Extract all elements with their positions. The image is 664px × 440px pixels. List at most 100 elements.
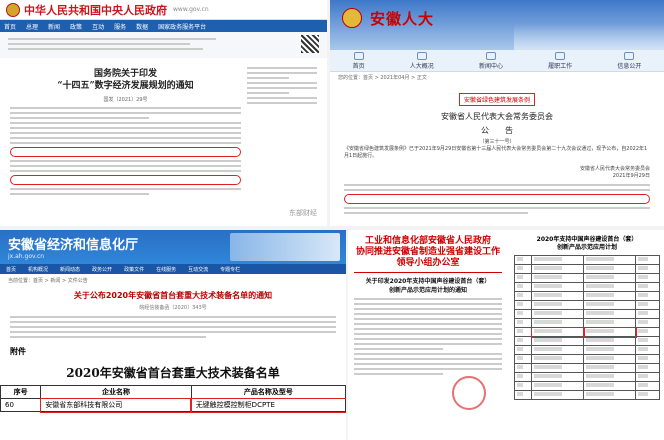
anhui-site-title: 安徽人大 xyxy=(370,10,435,28)
table-row xyxy=(513,390,660,400)
anhui-nav: 首页 人大概况 新闻中心 履职工作 信息公开 xyxy=(330,50,664,72)
table-cell xyxy=(635,300,660,310)
table-cell: 无键触控模控制柜DCPTE xyxy=(190,397,346,413)
table-cell xyxy=(531,345,585,355)
anhui-banner: 安徽人大 xyxy=(330,0,664,50)
table-cell xyxy=(583,309,637,319)
gov-panel: 中华人民共和国中央人民政府 www.gov.cn 首页 总理 新闻 政策 互动 … xyxy=(0,0,327,226)
econ-nav-item[interactable]: 机构概况 xyxy=(28,266,48,273)
anhui-congress-panel: 安徽人大 首页 人大概况 新闻中心 履职工作 信息公开 您的位置：首页 > 20… xyxy=(330,0,664,226)
work-icon xyxy=(555,51,566,60)
notice-number: 皖经信装备函〔2020〕343号 xyxy=(139,305,207,311)
notice-body xyxy=(0,311,346,343)
table-cell xyxy=(583,390,637,400)
table-row xyxy=(513,264,660,274)
equipment-table: 序号 企业名称 产品名称及型号 60 安徽省东部科技有限公司 无键触控模控制柜D… xyxy=(0,385,346,413)
miit-body xyxy=(354,298,502,375)
table-row xyxy=(513,300,660,310)
table-cell xyxy=(513,354,533,364)
gov-site-title: 中华人民共和国中央人民政府 xyxy=(24,3,167,17)
table-cell xyxy=(583,273,637,283)
table-cell xyxy=(531,354,585,364)
table-cell xyxy=(583,354,637,364)
table-cell xyxy=(635,345,660,355)
table-cell xyxy=(513,273,533,283)
table-cell xyxy=(635,354,660,364)
table-cell xyxy=(583,336,637,346)
table-cell xyxy=(531,300,585,310)
table-cell xyxy=(583,264,637,274)
table-cell xyxy=(513,318,533,328)
gov-doc-info-lines xyxy=(8,35,268,55)
econ-nav-item[interactable]: 在线服务 xyxy=(156,266,176,273)
nav-home[interactable]: 首页 xyxy=(353,51,365,70)
table-cell xyxy=(513,381,533,391)
table-cell xyxy=(531,363,585,373)
econ-nav-item[interactable]: 新闻动态 xyxy=(60,266,80,273)
list-title: 2020年支持中国声谷建设首台（套） 创新产品示范应用计划 xyxy=(536,236,638,251)
econ-nav-item[interactable]: 首页 xyxy=(6,266,16,273)
nav-info[interactable]: 信息公开 xyxy=(617,51,641,70)
table-cell xyxy=(582,326,637,338)
table-cell xyxy=(513,282,533,292)
table-row xyxy=(513,318,660,328)
econ-header: 安徽省经济和信息化厅 jx.ah.gov.cn xyxy=(0,230,346,264)
table-row xyxy=(513,363,660,373)
table-cell xyxy=(513,291,533,301)
gov-doc-title: 国务院关于印发 “十四五”数字经济发展规划的通知 xyxy=(57,69,194,91)
table-title: 2020年安徽省首台套重大技术装备名单 xyxy=(66,366,280,380)
econ-nav-item[interactable]: 政务公开 xyxy=(92,266,112,273)
nav-work[interactable]: 履职工作 xyxy=(548,51,572,70)
announcement-sign: 安徽省人民代表大会常务委员会 2021年9月29日 xyxy=(579,166,650,179)
table-cell xyxy=(531,291,585,301)
breadcrumb: 您的位置：首页 > 2021年04月 > 正文 xyxy=(338,75,427,81)
gov-nav-item[interactable]: 新闻 xyxy=(48,22,60,31)
gov-nav-item[interactable]: 服务 xyxy=(114,22,126,31)
nav-overview[interactable]: 人大概况 xyxy=(410,51,434,70)
table-cell xyxy=(513,327,533,337)
announcement-number: （第三十一号） xyxy=(479,139,515,145)
econ-nav-item[interactable]: 政策文件 xyxy=(124,266,144,273)
announcement-subheading: 公 告 xyxy=(481,126,513,135)
table-cell xyxy=(583,255,637,265)
annex-label: 附件 xyxy=(10,347,26,356)
table-cell xyxy=(583,372,637,382)
table-cell xyxy=(530,326,585,338)
table-cell xyxy=(635,327,660,337)
table-cell xyxy=(531,273,585,283)
breadcrumb: 当前位置：首页 > 新闻 > 文件公告 xyxy=(8,278,88,284)
table-cell xyxy=(531,255,585,265)
table-cell xyxy=(635,255,660,265)
table-cell xyxy=(635,336,660,346)
gov-doc-body xyxy=(10,107,241,195)
qr-code-icon xyxy=(301,35,319,53)
gov-nav-item[interactable]: 政策 xyxy=(70,22,82,31)
home-icon xyxy=(353,51,364,60)
miit-subject: 关于印发2020年支持中国声谷建设首台（套） 创新产品示范应用计划的通知 xyxy=(365,278,491,294)
article-lines xyxy=(344,184,650,214)
econ-nav-item[interactable]: 专题专栏 xyxy=(220,266,240,273)
table-header: 产品名称及型号 xyxy=(190,385,346,399)
table-cell xyxy=(513,372,533,382)
gov-nav-item[interactable]: 互动 xyxy=(92,22,104,31)
table-cell xyxy=(513,300,533,310)
miit-heading: 工业和信息化部安徽省人民政府 协同推进安徽省制造业强省建设工作领导小组办公室 xyxy=(355,236,500,268)
gov-doc-sidebar xyxy=(247,64,317,198)
nav-news[interactable]: 新闻中心 xyxy=(479,51,503,70)
table-cell xyxy=(531,264,585,274)
table-cell xyxy=(583,300,637,310)
news-icon xyxy=(485,51,496,60)
table-cell xyxy=(635,309,660,319)
gov-nav-item[interactable]: 总理 xyxy=(26,22,38,31)
anhui-econ-panel: 安徽省经济和信息化厅 jx.ah.gov.cn 首页 机构概况 新闻动态 政务公… xyxy=(0,230,346,440)
gov-nav-item[interactable]: 首页 xyxy=(4,22,16,31)
gov-nav-item[interactable]: 数据 xyxy=(136,22,148,31)
gov-nav-item[interactable]: 国家政务服务平台 xyxy=(158,22,206,31)
table-cell xyxy=(513,255,533,265)
table-cell xyxy=(531,390,585,400)
table-cell xyxy=(583,345,637,355)
table-row xyxy=(513,336,660,346)
econ-nav-item[interactable]: 互动交流 xyxy=(188,266,208,273)
red-rule xyxy=(354,272,502,273)
table-cell xyxy=(635,381,660,391)
